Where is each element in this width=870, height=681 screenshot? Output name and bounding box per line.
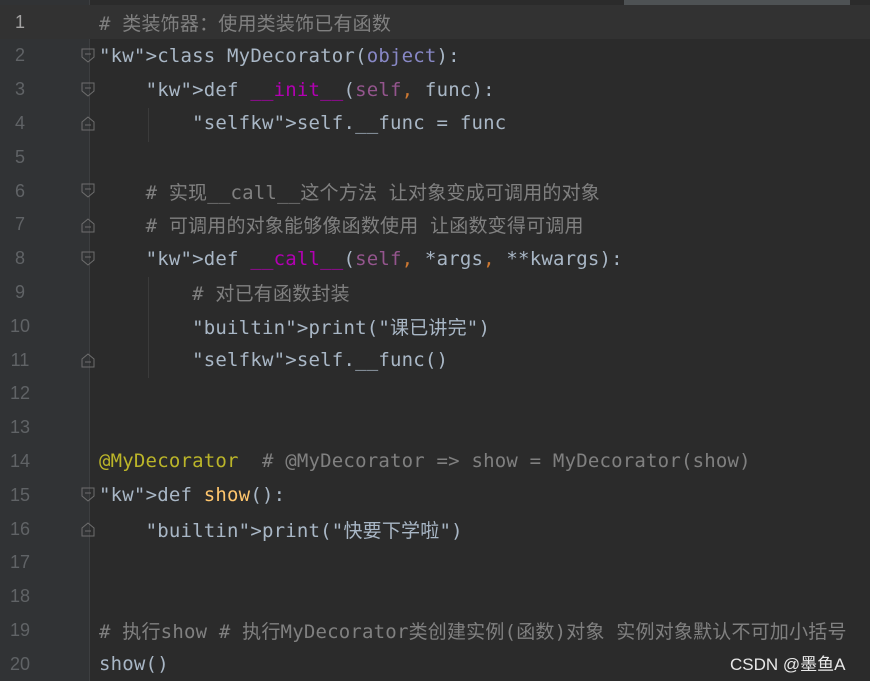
code-line[interactable]: 9 # 对已有函数封装 <box>0 275 870 309</box>
code-text: "builtin">print("课已讲完") <box>192 316 491 339</box>
code-line[interactable]: 1 # 类装饰器：使用类装饰已有函数 <box>0 5 870 39</box>
code-text: "selfkw">self.__func() <box>192 349 449 371</box>
code-line[interactable]: 12 <box>0 377 870 411</box>
line-number: 19 <box>9 619 31 640</box>
fold-close-icon[interactable] <box>81 521 95 537</box>
code-line[interactable]: 2 "kw">class MyDecorator(object): <box>0 39 870 73</box>
code-text: "selfkw">self.__func = func <box>192 112 507 135</box>
code-text: "kw">def __init__(self, func): <box>145 78 495 101</box>
code-text: show() <box>99 653 169 676</box>
code-line[interactable]: 14 @MyDecorator # @MyDecorator => show = … <box>0 444 870 478</box>
line-number: 14 <box>9 450 31 471</box>
line-number: 13 <box>9 417 31 438</box>
line-number: 10 <box>9 315 31 336</box>
code-line[interactable]: 6 # 实现__call__这个方法 让对象变成可调用的对象 <box>0 174 870 208</box>
line-number: 4 <box>14 112 25 133</box>
line-number: 17 <box>9 552 31 573</box>
code-line[interactable]: 11 "selfkw">self.__func() <box>0 343 870 377</box>
code-line[interactable]: 19 # 执行show # 执行MyDecorator类创建实例(函数)对象 实例… <box>0 613 870 647</box>
code-line[interactable]: 13 <box>0 411 870 445</box>
line-number: 18 <box>9 586 31 607</box>
code-line[interactable]: 8 "kw">def __call__(self, *args, **kwarg… <box>0 242 870 276</box>
line-number: 5 <box>14 146 25 167</box>
line-number: 15 <box>9 484 31 505</box>
code-line[interactable]: 16 "builtin">print("快要下学啦") <box>0 512 870 546</box>
watermark: CSDN @墨鱼A <box>730 655 846 674</box>
fold-open-icon[interactable] <box>81 82 95 98</box>
code-text: "kw">def show(): <box>99 484 286 507</box>
code-line[interactable]: 18 <box>0 580 870 614</box>
code-line[interactable]: 15 "kw">def show(): <box>0 478 870 512</box>
line-number: 12 <box>9 383 31 404</box>
fold-close-icon[interactable] <box>81 217 95 233</box>
line-number: 3 <box>14 79 25 100</box>
fold-open-icon[interactable] <box>81 183 95 199</box>
line-number: 7 <box>14 214 25 235</box>
code-text: "builtin">print("快要下学啦") <box>145 519 463 542</box>
fold-open-icon[interactable] <box>81 48 95 64</box>
line-number: 9 <box>14 281 25 302</box>
code-line[interactable]: 4 "selfkw">self.__func = func <box>0 106 870 140</box>
code-text: "kw">def __call__(self, *args, **kwargs)… <box>145 247 623 270</box>
code-text: # 对已有函数封装 <box>192 282 350 305</box>
code-line[interactable]: 10 "builtin">print("课已讲完") <box>0 309 870 343</box>
code-line[interactable]: 3 "kw">def __init__(self, func): <box>0 73 870 107</box>
line-number: 16 <box>9 518 31 539</box>
line-number: 1 <box>14 11 25 32</box>
code-text: @MyDecorator # @MyDecorator => show = My… <box>99 450 751 473</box>
fold-open-icon[interactable] <box>81 487 95 503</box>
code-line[interactable]: 17 <box>0 546 870 580</box>
code-text: # 可调用的对象能够像函数使用 让函数变得可调用 <box>145 215 584 238</box>
code-text: "kw">class MyDecorator(object): <box>99 44 460 67</box>
fold-close-icon[interactable] <box>81 115 95 131</box>
line-number: 11 <box>10 349 30 370</box>
line-number: 20 <box>9 653 31 674</box>
line-number: 6 <box>14 180 25 201</box>
code-text: # 执行show # 执行MyDecorator类创建实例(函数)对象 实例对象… <box>99 620 847 643</box>
code-text: # 实现__call__这个方法 让对象变成可调用的对象 <box>145 181 600 204</box>
fold-open-icon[interactable] <box>81 251 95 267</box>
code-line[interactable]: 5 <box>0 140 870 174</box>
line-number: 8 <box>14 248 25 269</box>
code-text: # 类装饰器：使用类装饰已有函数 <box>99 12 392 35</box>
code-line[interactable]: 7 # 可调用的对象能够像函数使用 让函数变得可调用 <box>0 208 870 242</box>
fold-close-icon[interactable] <box>81 352 95 368</box>
code-editor[interactable]: ✔ 1# 类装饰器：使用类装饰已有函数2"kw">class MyDecorat… <box>0 0 870 681</box>
line-number: 2 <box>14 45 25 66</box>
